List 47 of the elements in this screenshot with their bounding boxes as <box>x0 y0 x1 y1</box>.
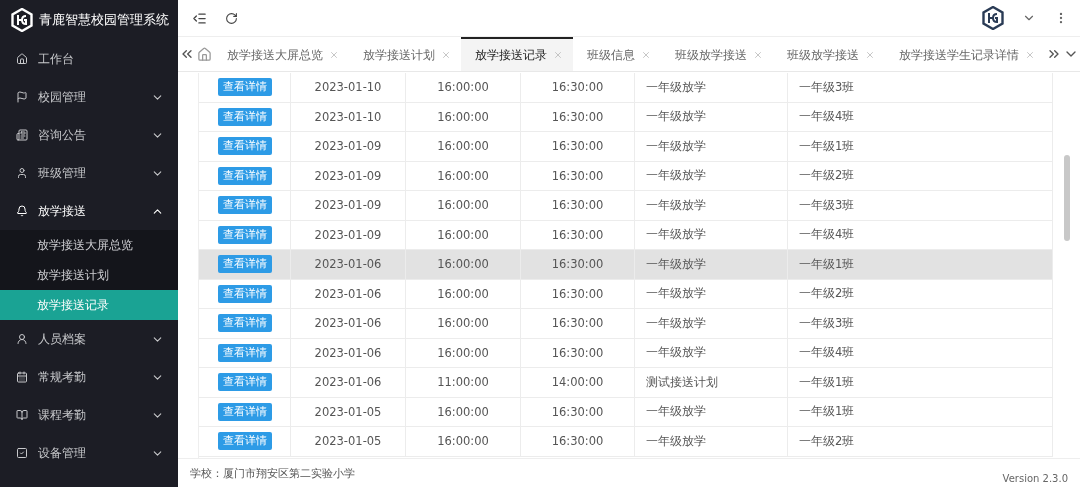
tab[interactable]: 班级放学接送 <box>773 37 885 71</box>
table-cell: 一年级1班 <box>788 250 1053 279</box>
logo-icon <box>11 8 33 32</box>
scrollbar-thumb[interactable] <box>1063 155 1070 241</box>
close-icon[interactable] <box>865 50 875 60</box>
app-title: 青鹿智慧校园管理系统 <box>39 11 169 29</box>
person-icon <box>16 333 28 345</box>
close-icon[interactable] <box>753 50 763 60</box>
refresh-icon[interactable] <box>225 11 238 25</box>
close-icon[interactable] <box>1025 50 1035 60</box>
collapse-menu-icon[interactable] <box>192 10 207 26</box>
tab[interactable]: 放学接送计划 <box>349 37 461 71</box>
newspaper-icon <box>16 129 28 141</box>
tab[interactable]: 班级放学接送 <box>661 37 773 71</box>
flag-icon <box>16 91 28 103</box>
bell-icon <box>16 205 28 217</box>
calendar-icon <box>16 371 28 383</box>
sidebar-item[interactable]: 工作台 <box>0 40 178 78</box>
sidebar-item[interactable]: 常规考勤 <box>0 358 178 396</box>
sidebar-item[interactable]: 咨询公告 <box>0 116 178 154</box>
submenu-item[interactable]: 放学接送计划 <box>0 260 178 290</box>
close-icon[interactable] <box>641 50 651 60</box>
table-cell: 2023-01-06 <box>291 250 406 279</box>
book-icon <box>16 409 28 421</box>
tab[interactable]: 放学接送记录 <box>461 37 573 71</box>
sidebar-item[interactable]: 设备管理 <box>0 434 178 472</box>
table-cell: 一年级放学 <box>635 250 788 279</box>
close-icon[interactable] <box>441 50 451 60</box>
sidebar-item[interactable]: 校园管理 <box>0 78 178 116</box>
tab[interactable]: 班级信息 <box>573 37 661 71</box>
avatar-icon <box>982 6 1004 30</box>
submenu-item[interactable]: 放学接送大屏总览 <box>0 230 178 260</box>
close-icon[interactable] <box>553 50 563 60</box>
table-cell: 16:00:00 <box>406 250 521 279</box>
table-cell: 16:30:00 <box>521 250 635 279</box>
home-icon <box>16 53 28 65</box>
version-text: Version 2.3.0 <box>1002 473 1068 486</box>
user-icon <box>16 167 28 179</box>
sidebar-item[interactable]: 班级管理 <box>0 154 178 192</box>
school-name: 学校：厦门市翔安区第二实验小学 <box>190 465 355 481</box>
tab[interactable]: 放学接送大屏总览 <box>213 37 349 71</box>
sidebar-item[interactable]: 放学接送 <box>0 192 178 230</box>
sidebar-item[interactable]: 人员档案 <box>0 320 178 358</box>
sidebar-item[interactable]: 课程考勤 <box>0 396 178 434</box>
checkbox-icon <box>16 447 28 459</box>
tab[interactable]: 放学接送学生记录详情 <box>885 37 1045 71</box>
close-icon[interactable] <box>329 50 339 60</box>
